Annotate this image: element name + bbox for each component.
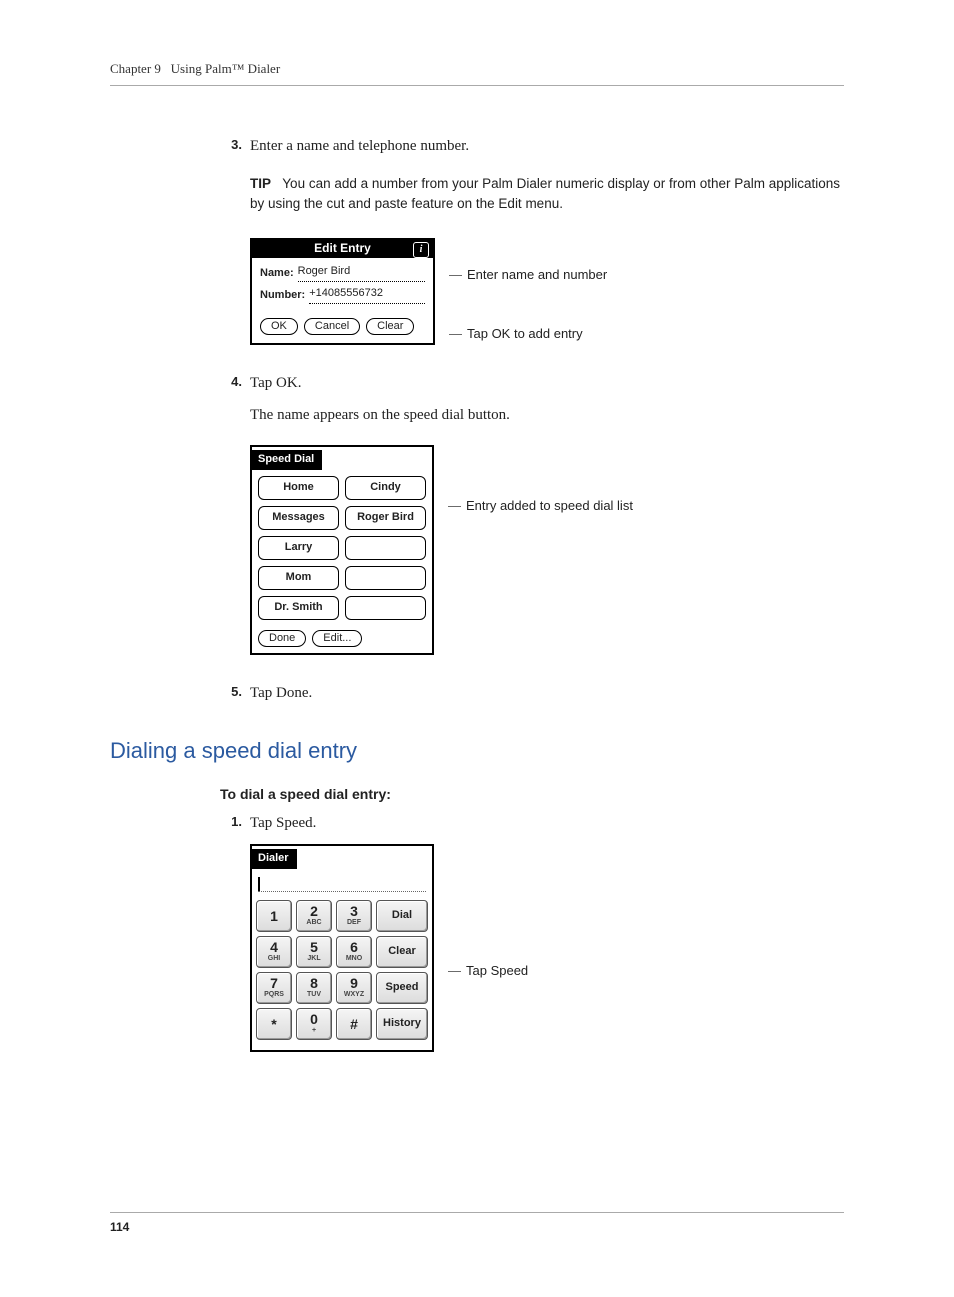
dialer-key-4[interactable]: 4GHI (256, 936, 292, 968)
info-icon[interactable]: i (413, 242, 429, 258)
number-input[interactable]: +14085556732 (309, 286, 425, 304)
cancel-button[interactable]: Cancel (304, 318, 360, 335)
name-input[interactable]: Roger Bird (298, 264, 425, 282)
cursor-icon (258, 877, 260, 891)
dialer-tab[interactable]: Dialer (250, 849, 297, 869)
dialer-key-7[interactable]: 7PQRS (256, 972, 292, 1004)
dialer-key-2[interactable]: 2ABC (296, 900, 332, 932)
section-subheading: To dial a speed dial entry: (220, 784, 844, 804)
dialer-clear-button[interactable]: Clear (376, 936, 428, 968)
dialer-speed-button[interactable]: Speed (376, 972, 428, 1004)
speed-dial-entry[interactable]: Cindy (345, 476, 426, 500)
step-4-followup: The name appears on the speed dial butto… (250, 405, 844, 427)
step-d1: 1. Tap Speed. (220, 813, 844, 835)
speed-dial-entry[interactable]: Messages (258, 506, 339, 530)
dialer-dial-button[interactable]: Dial (376, 900, 428, 932)
step-number: 1. (220, 813, 250, 835)
dialer-key-5[interactable]: 5JKL (296, 936, 332, 968)
edit-button[interactable]: Edit... (312, 630, 362, 647)
chapter-title: Using Palm™ Dialer (171, 61, 281, 76)
dialer-history-button[interactable]: History (376, 1008, 428, 1040)
speed-dial-entry[interactable] (345, 536, 426, 560)
step-text: Enter a name and telephone number. (250, 136, 844, 158)
callout-entry-added: Entry added to speed dial list (452, 497, 633, 516)
tip-block: TIP You can add a number from your Palm … (250, 174, 844, 215)
speed-dial-entry[interactable]: Mom (258, 566, 339, 590)
step-text: Tap Done. (250, 683, 844, 705)
speed-dial-entry[interactable] (345, 566, 426, 590)
speed-dial-tab[interactable]: Speed Dial (250, 450, 322, 470)
dialer-key-6[interactable]: 6MNO (336, 936, 372, 968)
dialog-titlebar: Edit Entry i (252, 240, 433, 258)
dialer-key-*[interactable]: * (256, 1008, 292, 1040)
dialer-key-8[interactable]: 8TUV (296, 972, 332, 1004)
name-label: Name: (260, 266, 294, 282)
number-field-row: Number: +14085556732 (260, 286, 425, 304)
speed-dial-entry[interactable]: Dr. Smith (258, 596, 339, 620)
dialog-title: Edit Entry (314, 240, 371, 257)
edit-entry-dialog: Edit Entry i Name: Roger Bird Number: +1… (250, 238, 435, 345)
step-3: 3. Enter a name and telephone number. (220, 136, 844, 158)
dialer-screen: Dialer 12ABC3DEFDial 4GHI5JKL6MNOClear 7PQ… (250, 844, 434, 1052)
step-number: 5. (220, 683, 250, 705)
dialer-key-1[interactable]: 1 (256, 900, 292, 932)
step-text: Tap OK. (250, 373, 844, 395)
clear-button[interactable]: Clear (366, 318, 414, 335)
speed-dial-entry[interactable]: Roger Bird (345, 506, 426, 530)
callout-tap-speed: Tap Speed (452, 962, 528, 981)
ok-button[interactable]: OK (260, 318, 298, 335)
page-number: 114 (110, 1212, 844, 1236)
section-heading: Dialing a speed dial entry (110, 735, 844, 767)
step-5: 5. Tap Done. (220, 683, 844, 705)
dialer-key-9[interactable]: 9WXYZ (336, 972, 372, 1004)
step-text: Tap Speed. (250, 813, 844, 835)
speed-dial-entry[interactable] (345, 596, 426, 620)
chapter-header: Chapter 9 Using Palm™ Dialer (110, 60, 844, 86)
speed-dial-entry[interactable]: Home (258, 476, 339, 500)
tip-text: You can add a number from your Palm Dial… (250, 176, 840, 211)
step-number: 4. (220, 373, 250, 395)
speed-dial-entry[interactable]: Larry (258, 536, 339, 560)
step-4: 4. Tap OK. (220, 373, 844, 395)
done-button[interactable]: Done (258, 630, 306, 647)
name-field-row: Name: Roger Bird (260, 264, 425, 282)
tip-label: TIP (250, 176, 271, 191)
callout-tap-ok: Tap OK to add entry (453, 325, 607, 344)
chapter-number: Chapter 9 (110, 61, 161, 76)
speed-dial-screen: Speed Dial HomeCindyMessagesRoger BirdLa… (250, 445, 434, 655)
callout-enter-name: Enter name and number (453, 266, 607, 285)
dialer-key-0[interactable]: 0+ (296, 1008, 332, 1040)
dialer-display[interactable] (258, 875, 426, 892)
dialer-key-#[interactable]: # (336, 1008, 372, 1040)
step-number: 3. (220, 136, 250, 158)
dialer-key-3[interactable]: 3DEF (336, 900, 372, 932)
number-label: Number: (260, 288, 305, 304)
